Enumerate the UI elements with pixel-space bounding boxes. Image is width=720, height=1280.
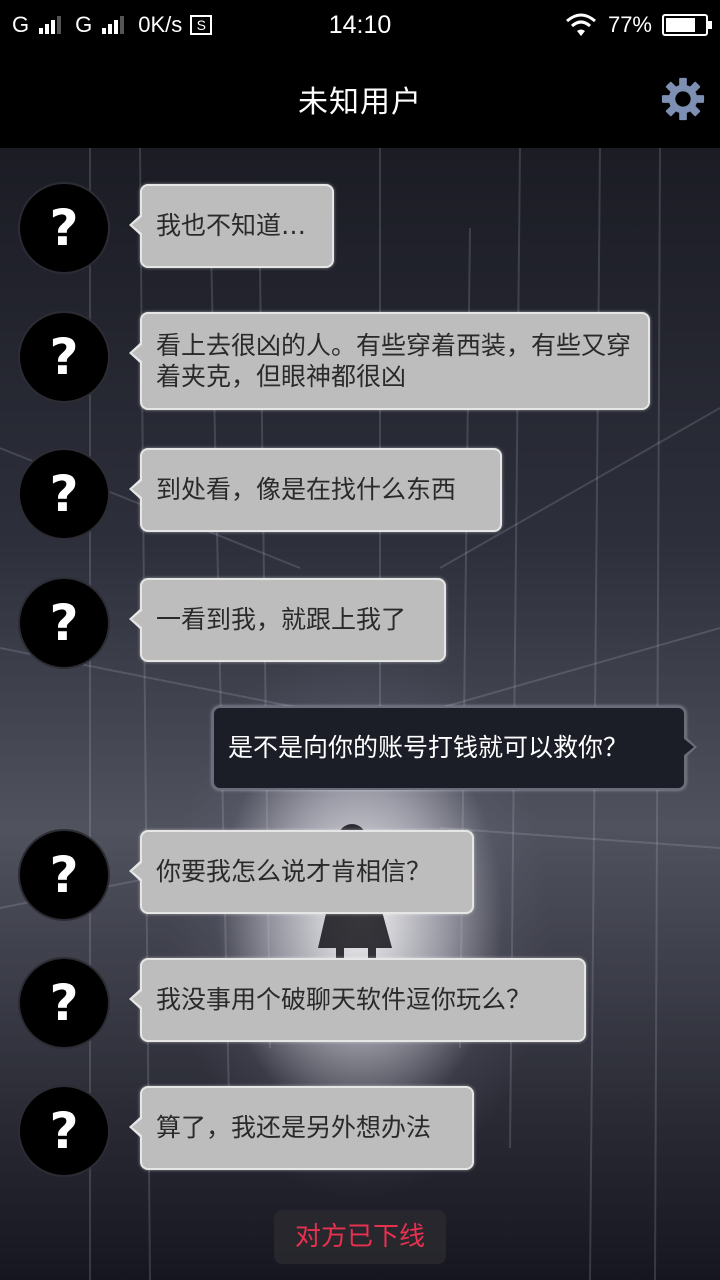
status-right: 77% bbox=[564, 0, 712, 50]
unknown-user-icon: ? bbox=[49, 594, 79, 652]
avatar[interactable]: ? bbox=[18, 829, 110, 921]
unknown-user-icon: ? bbox=[49, 465, 79, 523]
avatar[interactable]: ? bbox=[18, 957, 110, 1049]
avatar[interactable]: ? bbox=[18, 311, 110, 403]
message-bubble[interactable]: 一看到我，就跟上我了 bbox=[129, 578, 446, 662]
message-bubble[interactable]: 看上去很凶的人。有些穿着西装，有些又穿着夹克，但眼神都很凶 bbox=[129, 312, 650, 410]
avatar[interactable]: ? bbox=[18, 448, 110, 540]
signal-icon bbox=[39, 16, 62, 34]
page-title: 未知用户 bbox=[298, 85, 422, 120]
battery-icon bbox=[662, 14, 712, 36]
unknown-user-icon: ? bbox=[49, 974, 79, 1032]
signal-icon bbox=[102, 16, 125, 34]
battery-percent: 77% bbox=[607, 12, 652, 37]
message-bubble[interactable]: 我也不知道… bbox=[129, 184, 334, 268]
title-bar: 未知用户 bbox=[0, 50, 720, 148]
my-message-bubble[interactable]: 是不是向你的账号打钱就可以救你？ bbox=[212, 706, 697, 790]
avatar[interactable]: ? bbox=[18, 1085, 110, 1177]
message-bubble[interactable]: 我没事用个破聊天软件逗你玩么？ bbox=[129, 958, 586, 1042]
message-bubble[interactable]: 你要我怎么说才肯相信？ bbox=[129, 830, 474, 914]
data-saver-icon: S bbox=[190, 15, 213, 35]
unknown-user-icon: ? bbox=[49, 846, 79, 904]
avatar[interactable]: ? bbox=[18, 182, 110, 274]
message-bubble[interactable]: 到处看，像是在找什么东西 bbox=[129, 448, 502, 532]
avatar[interactable]: ? bbox=[18, 577, 110, 669]
sim2-label: G bbox=[75, 12, 93, 37]
offline-notice: 对方已下线 bbox=[274, 1210, 446, 1264]
sim1-label: G bbox=[12, 12, 30, 37]
status-left: G G 0K/s S bbox=[12, 12, 213, 38]
gear-icon[interactable] bbox=[660, 76, 706, 122]
net-speed: 0K/s bbox=[138, 12, 183, 37]
wifi-icon bbox=[565, 13, 596, 36]
unknown-user-icon: ? bbox=[49, 1102, 79, 1160]
message-bubble[interactable]: 算了，我还是另外想办法 bbox=[129, 1086, 474, 1170]
unknown-user-icon: ? bbox=[49, 328, 79, 386]
status-bar: G G 0K/s S 14:10 77% bbox=[0, 0, 720, 50]
unknown-user-icon: ? bbox=[49, 199, 79, 257]
chat-area[interactable]: ? 我也不知道…? 看上去很凶的人。有些穿着西装，有些又穿着夹克，但眼神都很凶? 到处… bbox=[0, 148, 720, 1280]
